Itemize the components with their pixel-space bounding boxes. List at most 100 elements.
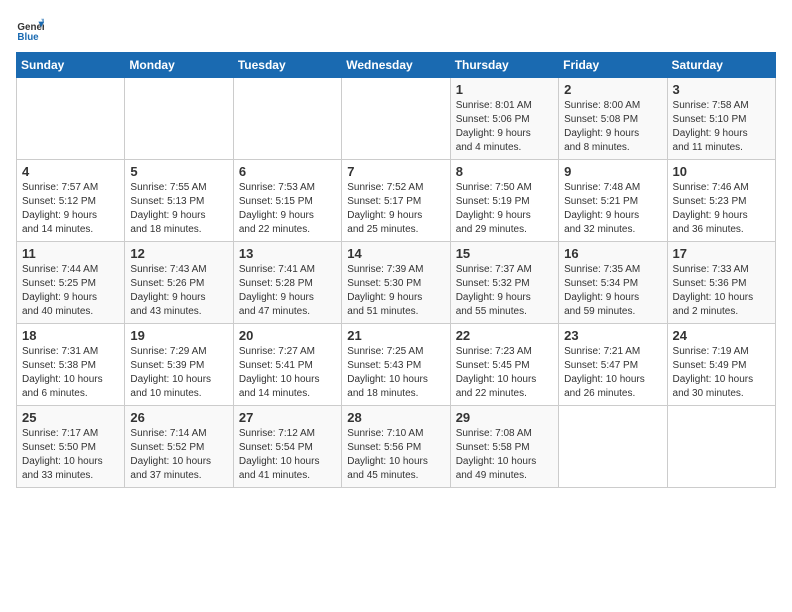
calendar-cell: 7Sunrise: 7:52 AM Sunset: 5:17 PM Daylig… — [342, 160, 450, 242]
day-info: Sunrise: 7:21 AM Sunset: 5:47 PM Dayligh… — [564, 345, 661, 401]
calendar-cell: 26 Sunrise: 7:14 AM Sunset: 5:52 PM Dayli… — [125, 406, 233, 488]
calendar-cell: 6 Sunrise: 7:53 AM Sunset: 5:15 PM Daylig… — [233, 160, 341, 242]
calendar-cell — [17, 78, 125, 160]
header-friday: Friday — [559, 53, 667, 78]
header-sunday: Sunday — [17, 53, 125, 78]
day-number: 22 — [456, 328, 553, 343]
header-monday: Monday — [125, 53, 233, 78]
day-number: 19 — [130, 328, 227, 343]
calendar-cell: 24Sunrise: 7:19 AM Sunset: 5:49 PM Dayli… — [667, 324, 775, 406]
calendar-cell: 17 Sunrise: 7:33 AM Sunset: 5:36 PM Dayli… — [667, 242, 775, 324]
day-number: 24 — [673, 328, 770, 343]
week-row-2: 11 Sunrise: 7:44 AM Sunset: 5:25 PM Dayli… — [17, 242, 776, 324]
day-info: Sunrise: 8:01 AM Sunset: 5:06 PM Dayligh… — [456, 99, 553, 155]
day-info: Sunrise: 7:17 AM Sunset: 5:50 PM Dayligh… — [22, 427, 119, 483]
day-info: Sunrise: 7:25 AM Sunset: 5:43 PM Dayligh… — [347, 345, 444, 401]
calendar-cell: 25 Sunrise: 7:17 AM Sunset: 5:50 PM Dayli… — [17, 406, 125, 488]
day-info: Sunrise: 7:48 AM Sunset: 5:21 PM Dayligh… — [564, 181, 661, 237]
day-number: 10 — [673, 164, 770, 179]
day-number: 1 — [456, 82, 553, 97]
calendar-cell: 20 Sunrise: 7:27 AM Sunset: 5:41 PM Dayli… — [233, 324, 341, 406]
header-saturday: Saturday — [667, 53, 775, 78]
day-info: Sunrise: 7:58 AM Sunset: 5:10 PM Dayligh… — [673, 99, 770, 155]
calendar-cell: 10 Sunrise: 7:46 AM Sunset: 5:23 PM Dayli… — [667, 160, 775, 242]
day-number: 16 — [564, 246, 661, 261]
day-number: 11 — [22, 246, 119, 261]
day-number: 17 — [673, 246, 770, 261]
calendar-cell: 14Sunrise: 7:39 AM Sunset: 5:30 PM Dayli… — [342, 242, 450, 324]
calendar-cell: 12 Sunrise: 7:43 AM Sunset: 5:26 PM Dayli… — [125, 242, 233, 324]
day-number: 3 — [673, 82, 770, 97]
day-number: 4 — [22, 164, 119, 179]
day-number: 15 — [456, 246, 553, 261]
calendar-cell: 11 Sunrise: 7:44 AM Sunset: 5:25 PM Dayli… — [17, 242, 125, 324]
week-row-4: 25 Sunrise: 7:17 AM Sunset: 5:50 PM Dayli… — [17, 406, 776, 488]
logo-icon: General Blue — [16, 16, 44, 44]
day-number: 27 — [239, 410, 336, 425]
calendar-cell: 18Sunrise: 7:31 AM Sunset: 5:38 PM Dayli… — [17, 324, 125, 406]
day-info: Sunrise: 7:37 AM Sunset: 5:32 PM Dayligh… — [456, 263, 553, 319]
calendar-cell — [233, 78, 341, 160]
day-number: 6 — [239, 164, 336, 179]
day-info: Sunrise: 7:35 AM Sunset: 5:34 PM Dayligh… — [564, 263, 661, 319]
day-info: Sunrise: 7:55 AM Sunset: 5:13 PM Dayligh… — [130, 181, 227, 237]
svg-text:Blue: Blue — [17, 32, 39, 43]
day-number: 26 — [130, 410, 227, 425]
week-row-3: 18Sunrise: 7:31 AM Sunset: 5:38 PM Dayli… — [17, 324, 776, 406]
calendar-cell: 2 Sunrise: 8:00 AM Sunset: 5:08 PM Daylig… — [559, 78, 667, 160]
day-number: 7 — [347, 164, 444, 179]
calendar-cell: 8 Sunrise: 7:50 AM Sunset: 5:19 PM Daylig… — [450, 160, 558, 242]
day-info: Sunrise: 7:43 AM Sunset: 5:26 PM Dayligh… — [130, 263, 227, 319]
calendar-cell: 21 Sunrise: 7:25 AM Sunset: 5:43 PM Dayli… — [342, 324, 450, 406]
day-info: Sunrise: 7:50 AM Sunset: 5:19 PM Dayligh… — [456, 181, 553, 237]
calendar-cell: 27 Sunrise: 7:12 AM Sunset: 5:54 PM Dayli… — [233, 406, 341, 488]
day-info: Sunrise: 7:44 AM Sunset: 5:25 PM Dayligh… — [22, 263, 119, 319]
day-number: 23 — [564, 328, 661, 343]
calendar-body: 1 Sunrise: 8:01 AM Sunset: 5:06 PM Daylig… — [17, 78, 776, 488]
day-info: Sunrise: 7:10 AM Sunset: 5:56 PM Dayligh… — [347, 427, 444, 483]
calendar-cell: 4 Sunrise: 7:57 AM Sunset: 5:12 PM Daylig… — [17, 160, 125, 242]
day-info: Sunrise: 7:39 AM Sunset: 5:30 PM Dayligh… — [347, 263, 444, 319]
calendar-cell: 13 Sunrise: 7:41 AM Sunset: 5:28 PM Dayli… — [233, 242, 341, 324]
day-info: Sunrise: 7:46 AM Sunset: 5:23 PM Dayligh… — [673, 181, 770, 237]
calendar-table: SundayMondayTuesdayWednesdayThursdayFrid… — [16, 52, 776, 488]
day-info: Sunrise: 7:12 AM Sunset: 5:54 PM Dayligh… — [239, 427, 336, 483]
calendar-cell: 16 Sunrise: 7:35 AM Sunset: 5:34 PM Dayli… — [559, 242, 667, 324]
day-number: 25 — [22, 410, 119, 425]
day-info: Sunrise: 7:57 AM Sunset: 5:12 PM Dayligh… — [22, 181, 119, 237]
day-number: 21 — [347, 328, 444, 343]
day-info: Sunrise: 7:08 AM Sunset: 5:58 PM Dayligh… — [456, 427, 553, 483]
header-row: SundayMondayTuesdayWednesdayThursdayFrid… — [17, 53, 776, 78]
calendar-cell — [667, 406, 775, 488]
day-info: Sunrise: 7:41 AM Sunset: 5:28 PM Dayligh… — [239, 263, 336, 319]
day-number: 12 — [130, 246, 227, 261]
calendar-cell — [559, 406, 667, 488]
day-info: Sunrise: 8:00 AM Sunset: 5:08 PM Dayligh… — [564, 99, 661, 155]
day-number: 28 — [347, 410, 444, 425]
calendar-cell: 3 Sunrise: 7:58 AM Sunset: 5:10 PM Daylig… — [667, 78, 775, 160]
header-tuesday: Tuesday — [233, 53, 341, 78]
day-info: Sunrise: 7:33 AM Sunset: 5:36 PM Dayligh… — [673, 263, 770, 319]
day-number: 20 — [239, 328, 336, 343]
calendar-cell — [125, 78, 233, 160]
day-number: 2 — [564, 82, 661, 97]
day-number: 13 — [239, 246, 336, 261]
header-thursday: Thursday — [450, 53, 558, 78]
day-number: 8 — [456, 164, 553, 179]
calendar-cell: 5Sunrise: 7:55 AM Sunset: 5:13 PM Daylig… — [125, 160, 233, 242]
calendar-cell: 22Sunrise: 7:23 AM Sunset: 5:45 PM Dayli… — [450, 324, 558, 406]
calendar-cell — [342, 78, 450, 160]
calendar-header: SundayMondayTuesdayWednesdayThursdayFrid… — [17, 53, 776, 78]
day-info: Sunrise: 7:53 AM Sunset: 5:15 PM Dayligh… — [239, 181, 336, 237]
header-wednesday: Wednesday — [342, 53, 450, 78]
week-row-1: 4 Sunrise: 7:57 AM Sunset: 5:12 PM Daylig… — [17, 160, 776, 242]
day-info: Sunrise: 7:14 AM Sunset: 5:52 PM Dayligh… — [130, 427, 227, 483]
day-number: 29 — [456, 410, 553, 425]
week-row-0: 1 Sunrise: 8:01 AM Sunset: 5:06 PM Daylig… — [17, 78, 776, 160]
calendar-cell: 9Sunrise: 7:48 AM Sunset: 5:21 PM Daylig… — [559, 160, 667, 242]
day-info: Sunrise: 7:27 AM Sunset: 5:41 PM Dayligh… — [239, 345, 336, 401]
day-info: Sunrise: 7:31 AM Sunset: 5:38 PM Dayligh… — [22, 345, 119, 401]
calendar-cell: 19Sunrise: 7:29 AM Sunset: 5:39 PM Dayli… — [125, 324, 233, 406]
calendar-cell: 28 Sunrise: 7:10 AM Sunset: 5:56 PM Dayli… — [342, 406, 450, 488]
page-header: General Blue — [16, 16, 776, 44]
